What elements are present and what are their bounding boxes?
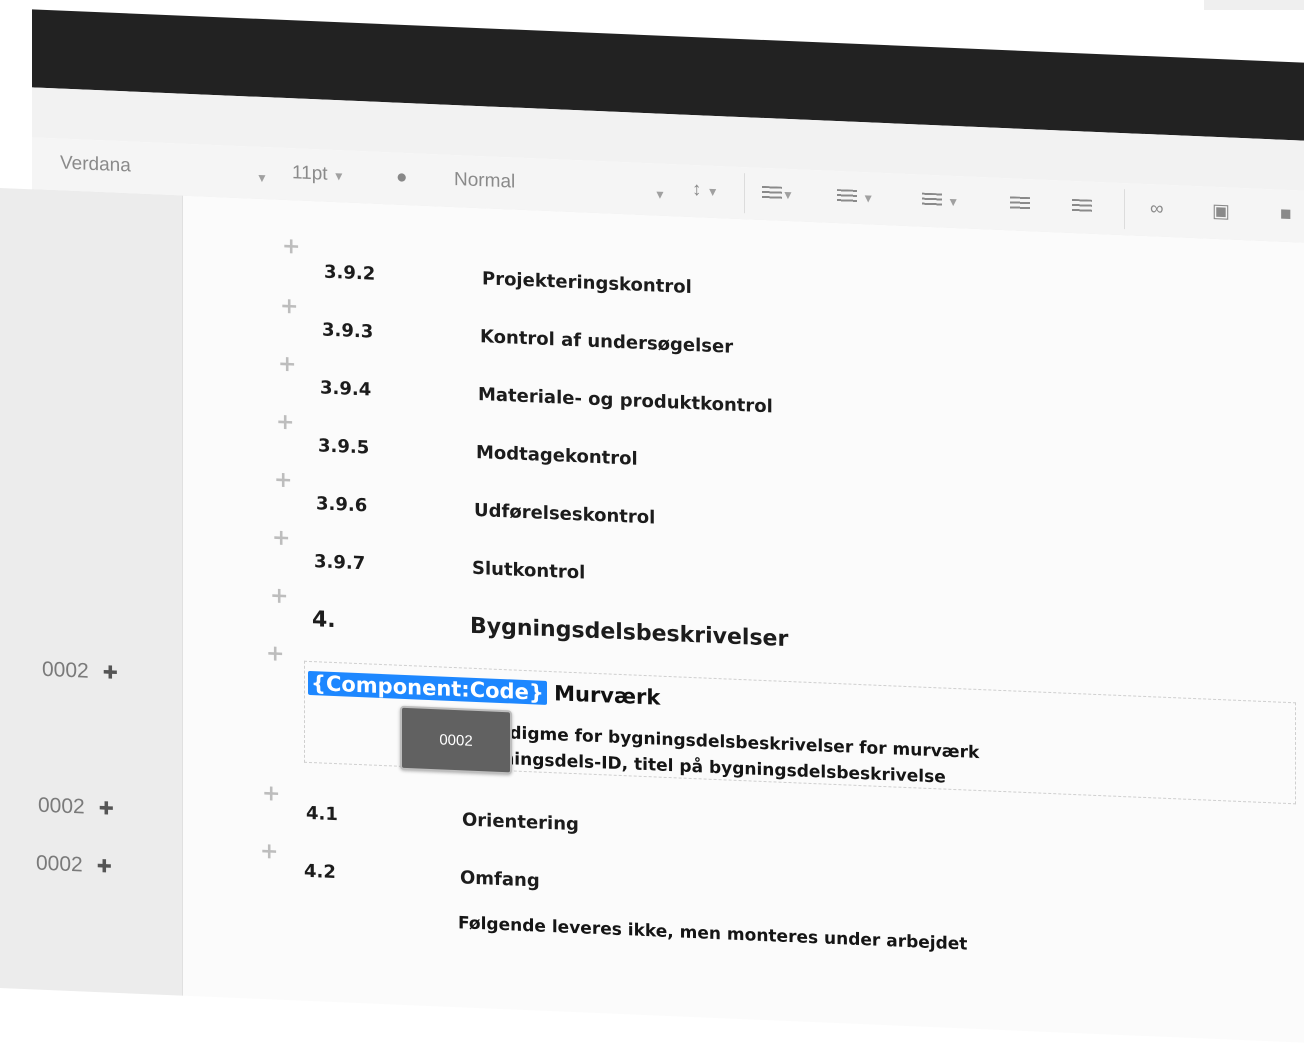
add-block-icon[interactable]: + <box>272 525 290 551</box>
section-title[interactable]: Omfang <box>460 867 540 891</box>
toolbar-divider <box>744 173 745 214</box>
link-icon[interactable]: ∞ <box>1150 196 1164 223</box>
add-block-icon[interactable]: + <box>260 839 278 865</box>
chevron-down-icon[interactable]: ▼ <box>256 165 268 191</box>
component-title: Murværk <box>554 681 661 710</box>
section-number: 4.1 <box>306 802 338 826</box>
outdent-icon[interactable] <box>1010 190 1030 217</box>
numbered-list-icon[interactable]: ▼ <box>837 183 874 212</box>
component-code-value: 0002 <box>38 793 85 819</box>
bullet-list-icon[interactable]: ▼ <box>922 187 959 216</box>
add-block-icon[interactable]: + <box>280 294 298 320</box>
chevron-down-icon[interactable]: ▼ <box>654 181 666 207</box>
page-corner <box>1204 0 1304 10</box>
font-size-select[interactable]: 11pt ▼ <box>292 160 345 189</box>
image-icon[interactable]: ▣ <box>1212 199 1230 226</box>
font-family-select[interactable]: Verdana <box>60 151 131 180</box>
add-block-icon[interactable]: + <box>282 234 300 260</box>
toolbar-divider <box>1124 189 1125 230</box>
font-size-value: 11pt <box>292 162 328 185</box>
puzzle-icon[interactable]: ✚ <box>97 856 112 878</box>
component-code-label: 0002 ✚ <box>42 658 118 685</box>
puzzle-icon[interactable]: ✚ <box>103 662 118 684</box>
section-number: 3.9.7 <box>314 551 366 575</box>
font-family-value: Verdana <box>60 152 131 177</box>
add-block-icon[interactable]: + <box>276 410 294 436</box>
chevron-down-icon: ▼ <box>782 187 794 203</box>
outdent-lines-icon <box>1010 196 1030 212</box>
paragraph-style-value: Normal <box>454 169 516 193</box>
indent-lines-icon <box>1072 198 1092 214</box>
add-block-icon[interactable]: + <box>278 352 296 378</box>
chevron-down-icon: ▼ <box>947 194 960 210</box>
add-block-icon[interactable]: + <box>270 583 288 609</box>
chevron-down-icon: ▼ <box>862 191 875 206</box>
add-block-icon[interactable]: + <box>274 467 292 493</box>
chapter-number: 4. <box>312 607 336 634</box>
bullet-list-lines-icon <box>922 192 942 208</box>
section-number: 3.9.5 <box>318 435 370 459</box>
section-number: 3.9.4 <box>320 377 372 401</box>
section-number: 3.9.6 <box>316 493 368 517</box>
chevron-down-icon: ▼ <box>706 184 719 200</box>
component-code-label: 0002 ✚ <box>36 852 112 879</box>
editor-scene: Verdana ▼ 11pt ▼ ● Normal ▼ ↕ ▼ ▼ ▼ ▼ ∞ … <box>0 0 1304 1043</box>
tooltip-value: 0002 <box>439 730 473 750</box>
component-code-value: 0002 <box>36 851 83 877</box>
component-code-value: 0002 <box>42 657 89 683</box>
align-lines-icon <box>762 185 782 201</box>
chevron-down-icon: ▼ <box>332 168 345 184</box>
section-number: 3.9.2 <box>324 261 376 285</box>
puzzle-icon[interactable]: ✚ <box>99 798 114 820</box>
section-number: 3.9.3 <box>322 319 374 343</box>
indent-icon[interactable] <box>1072 193 1092 220</box>
add-block-icon[interactable]: + <box>262 781 280 807</box>
paragraph-style-select[interactable]: Normal <box>454 167 515 196</box>
section-number: 4.2 <box>304 860 336 884</box>
line-height-icon[interactable]: ↕ ▼ <box>692 177 719 205</box>
text-color-drop-icon[interactable]: ● <box>396 165 407 191</box>
align-icon[interactable]: ▼ <box>762 180 794 208</box>
add-block-icon[interactable]: + <box>266 641 284 667</box>
component-code-label: 0002 ✚ <box>38 794 114 821</box>
component-code-tooltip: 0002 <box>400 705 512 775</box>
video-icon[interactable]: ■ <box>1280 202 1291 228</box>
numbered-list-lines-icon <box>837 189 857 204</box>
